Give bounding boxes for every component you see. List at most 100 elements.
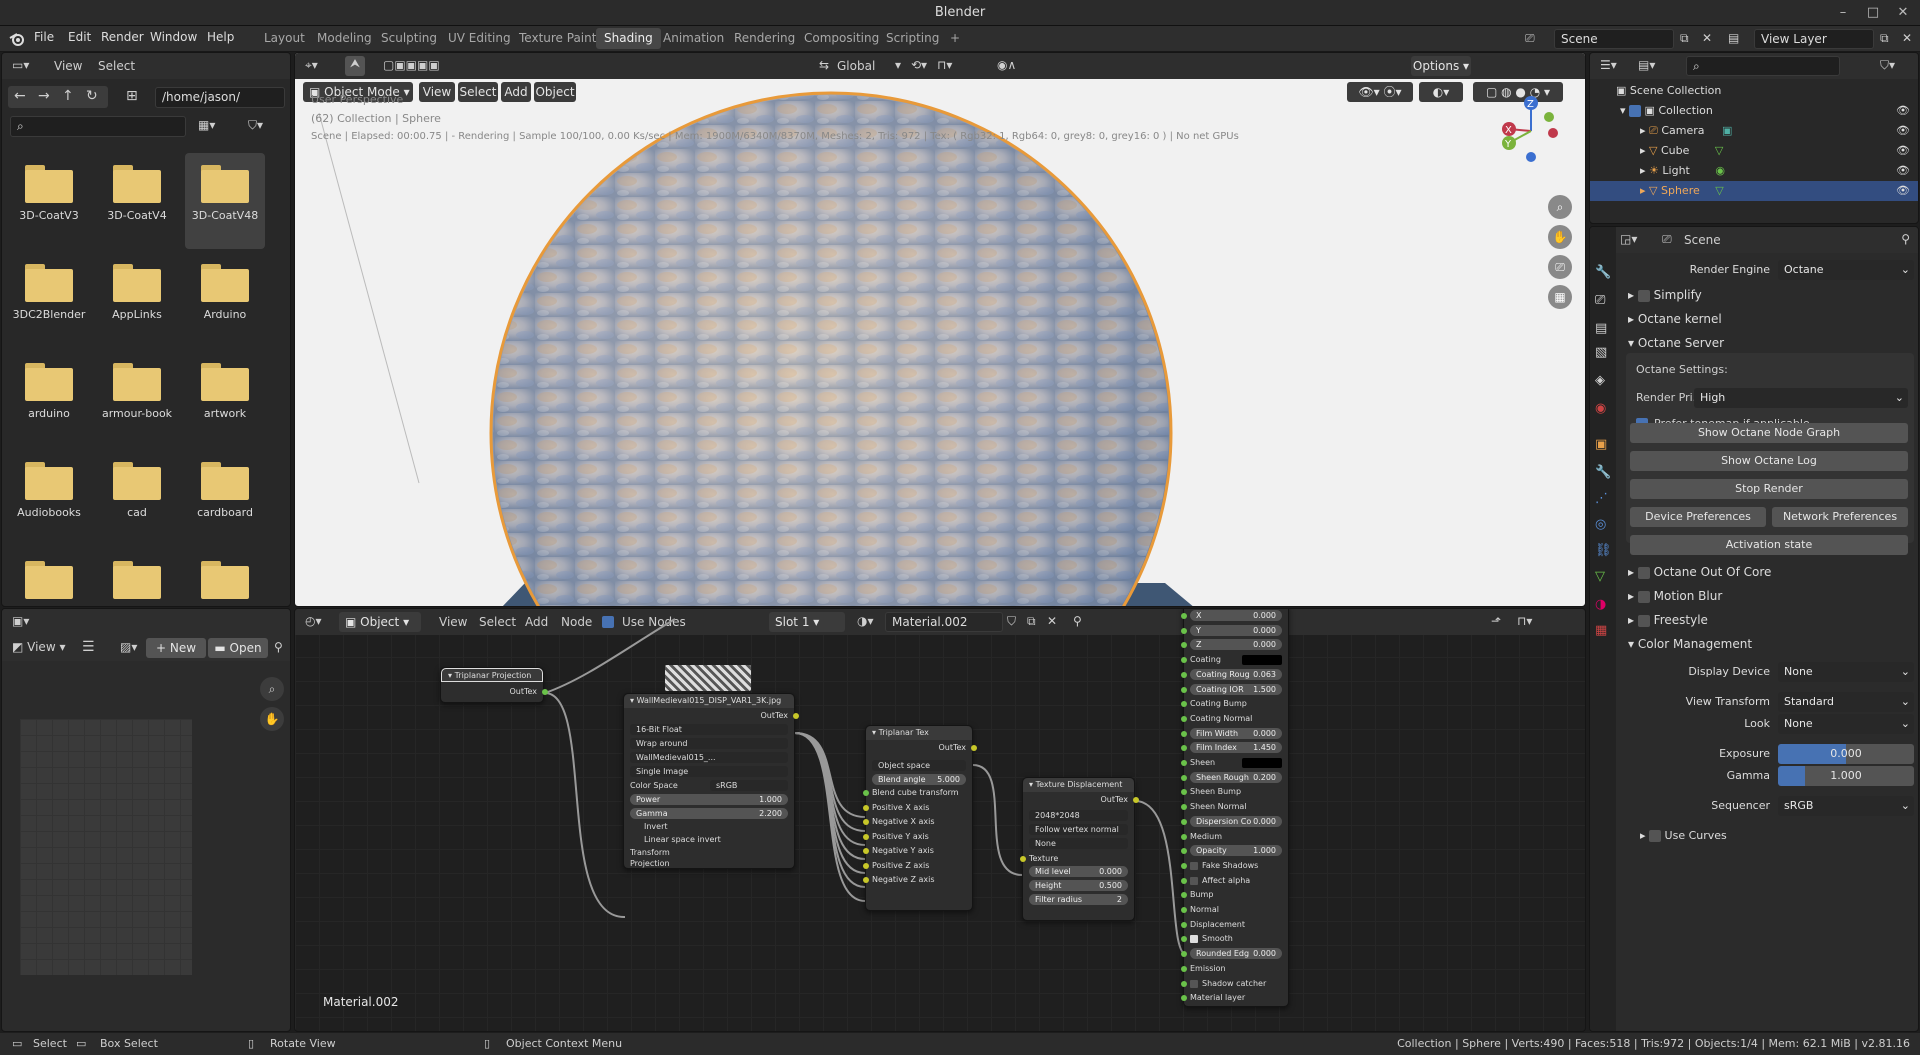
input-socket[interactable] (1181, 671, 1187, 678)
output-socket[interactable] (542, 689, 548, 695)
input-socket[interactable] (1181, 951, 1187, 958)
input-socket[interactable] (1020, 856, 1026, 862)
output-tab-icon[interactable]: ▤ (1595, 321, 1607, 336)
material-field[interactable]: Rounded Edg 0.000 (1190, 948, 1282, 960)
input-socket[interactable] (1181, 862, 1187, 869)
visibility-eye-icon[interactable]: 👁 (1896, 181, 1910, 201)
scene-icon[interactable]: ⎚ (1525, 31, 1535, 46)
power-field[interactable]: Power 1.000 (630, 794, 788, 805)
color-swatch[interactable] (1242, 655, 1282, 666)
outliner-type-icon[interactable]: ☰▾ (1600, 58, 1617, 72)
view-layer-icon[interactable]: ▤ (1728, 31, 1739, 45)
zoom-icon[interactable]: ⌕ (260, 677, 284, 701)
input-socket[interactable] (1181, 877, 1187, 884)
pan-hand-icon[interactable]: ✋ (260, 707, 284, 731)
outliner-row-cube[interactable]: ▸ ▽ Cube ▽ 👁 (1590, 141, 1918, 161)
use-curves-checkbox[interactable] (1649, 830, 1662, 842)
pin-icon[interactable]: ⚲ (1901, 232, 1910, 246)
open-image-button[interactable]: ▬ Open (208, 638, 268, 658)
section-motion-blur[interactable]: ▸ Motion Blur (1628, 589, 1722, 603)
outliner-row-sphere[interactable]: ▸ ▽ Sphere ▽ 👁 (1590, 181, 1918, 201)
image-editor-type-icon[interactable]: ▣▾ (12, 614, 29, 628)
filter-radius-field[interactable]: Filter radius 2 (1029, 894, 1128, 905)
node-triplanar-tex[interactable]: ▾ Triplanar Tex OutTex Object space Blen… (863, 725, 977, 911)
folder-item[interactable] (97, 549, 177, 606)
section-simplify[interactable]: ▸ Simplify (1628, 288, 1702, 302)
input-socket[interactable] (1181, 686, 1187, 693)
gamma-slider[interactable]: 1.000 (1778, 766, 1914, 786)
tool-tab-icon[interactable]: 🔧 (1595, 265, 1611, 280)
tab-texture-paint[interactable]: Texture Paint (511, 28, 604, 49)
folder-item[interactable]: 3D-CoatV48 (185, 153, 265, 249)
blender-logo-icon[interactable] (9, 31, 25, 47)
folder-item[interactable]: artwork (185, 351, 265, 447)
input-socket[interactable] (1181, 730, 1187, 737)
input-socket[interactable] (863, 833, 869, 840)
display-mode-icon[interactable]: ▦▾ (198, 118, 215, 132)
image-view-menu[interactable]: ◩ View ▾ (12, 640, 65, 654)
material-field[interactable]: Film Index 1.450 (1190, 742, 1282, 754)
tab-uv-editing[interactable]: UV Editing (440, 28, 519, 49)
new-scene-icon[interactable]: ⧉ (1680, 31, 1689, 46)
material-tab-icon[interactable]: ◑ (1595, 597, 1606, 612)
input-socket[interactable] (1181, 715, 1187, 722)
tab-layout[interactable]: Layout (256, 28, 313, 49)
node-editor[interactable]: ◴▾ ▣ Object ▾ View Select Add Node Use N… (294, 608, 1586, 1032)
texture-tab-icon[interactable]: ▦ (1595, 623, 1607, 638)
output-socket[interactable] (971, 745, 977, 751)
menu-file[interactable]: File (34, 30, 54, 44)
wrap-dropdown[interactable]: Wrap around (630, 738, 788, 749)
activation-state-button[interactable]: Activation state (1630, 535, 1908, 555)
resolution-dropdown[interactable]: 2048*2048 (1029, 810, 1128, 821)
material-field[interactable]: Film Width 0.000 (1190, 727, 1282, 739)
stop-render-button[interactable]: Stop Render (1630, 479, 1908, 499)
material-field[interactable]: Y 0.000 (1190, 624, 1282, 636)
material-field[interactable]: Z 0.000 (1190, 639, 1282, 651)
add-workspace-button[interactable]: + (942, 28, 968, 49)
menu-window[interactable]: Window (150, 30, 197, 44)
filter-type-dropdown[interactable]: None (1029, 838, 1128, 849)
filter-icon[interactable]: ⛉▾ (1880, 58, 1895, 73)
out-of-core-checkbox[interactable] (1637, 566, 1650, 579)
path-field[interactable]: /home/jason/ (155, 87, 285, 108)
outliner-row-collection[interactable]: ▾ ▣ Collection 👁 (1590, 101, 1918, 121)
delete-view-layer-icon[interactable]: ✕ (1902, 31, 1912, 45)
folder-item[interactable]: armour-book (97, 351, 177, 447)
material-checkbox-row[interactable]: Smooth (1190, 933, 1282, 945)
blend-angle-field[interactable]: Blend angle 5.000 (872, 774, 966, 785)
minimize-button[interactable]: – (1832, 2, 1854, 24)
space-dropdown[interactable]: Object space (872, 760, 966, 771)
input-socket[interactable] (1181, 848, 1187, 855)
input-socket[interactable] (1181, 907, 1187, 913)
ortho-grid-icon[interactable]: ▦ (1548, 285, 1572, 309)
folder-item[interactable]: Audiobooks (9, 450, 89, 546)
pin-icon[interactable]: ⚲ (274, 640, 283, 654)
input-socket[interactable] (863, 790, 869, 796)
outliner-row-camera[interactable]: ▸ ⎚ Camera ▣ 👁 (1590, 121, 1918, 141)
source-dropdown[interactable]: Single Image (630, 766, 788, 777)
material-field[interactable]: Coating Roug 0.063 (1190, 668, 1282, 680)
view-layer-selector[interactable]: View Layer (1754, 29, 1874, 49)
image-canvas[interactable] (20, 719, 192, 975)
visibility-eye-icon[interactable]: 👁 (1896, 161, 1910, 181)
input-socket[interactable] (863, 819, 869, 825)
tab-sculpting[interactable]: Sculpting (373, 28, 445, 49)
viewport-pan-icon[interactable]: ✋ (1548, 225, 1572, 249)
menu-hamburger-icon[interactable]: ☰ (82, 639, 95, 655)
render-engine-dropdown[interactable]: Octane ⌄ (1778, 260, 1914, 280)
menu-help[interactable]: Help (207, 30, 234, 44)
world-tab-icon[interactable]: ◉ (1595, 401, 1606, 416)
section-use-curves[interactable]: ▸ Use Curves (1640, 829, 1727, 842)
3d-viewport[interactable]: ⌖▾ ⮝ ▢▣▣▣▣ ⇆ Global ▾ ⟲▾ ⊓▾ ◉∧ Options ▾… (294, 52, 1586, 607)
parent-dir-icon[interactable]: ↑ (62, 88, 74, 104)
input-socket[interactable] (1181, 980, 1187, 987)
exposure-slider[interactable]: 0.000 (1778, 744, 1914, 764)
file-menu-view[interactable]: View (54, 59, 82, 73)
node-material[interactable]: X 0.000 Y 0.000 Z 0.000 Coating Coating Roug 0.0… (1181, 609, 1289, 1007)
object-tab-icon[interactable]: ▣ (1595, 437, 1607, 452)
menu-edit[interactable]: Edit (68, 30, 91, 44)
modifier-tab-icon[interactable]: 🔧 (1595, 465, 1611, 480)
scene-selector[interactable]: Scene (1554, 29, 1674, 49)
input-socket[interactable] (1181, 995, 1187, 1002)
section-out-of-core[interactable]: ▸ Octane Out Of Core (1628, 565, 1771, 579)
